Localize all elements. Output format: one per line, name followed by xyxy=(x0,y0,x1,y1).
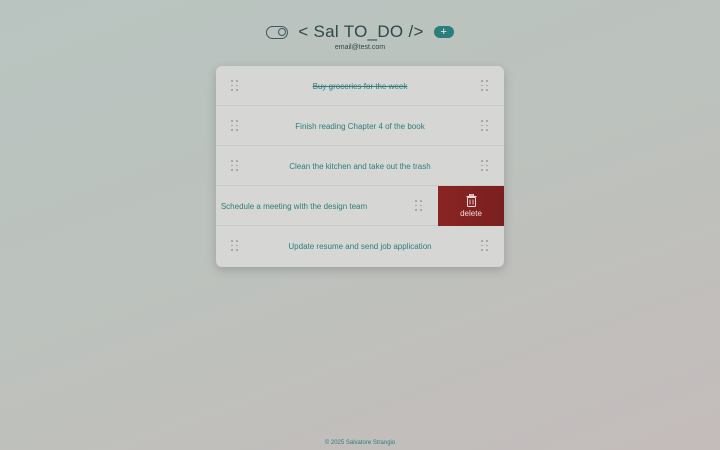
todo-item[interactable]: Update resume and send job application xyxy=(216,226,504,266)
user-email: email@test.com xyxy=(334,44,386,51)
drag-handle-icon[interactable] xyxy=(481,160,489,172)
todo-text: Update resume and send job application xyxy=(288,241,432,251)
header: < Sal TO_DO /> + xyxy=(0,22,720,42)
todo-text: Finish reading Chapter 4 of the book xyxy=(295,121,425,131)
todo-text: Schedule a meeting with the design team xyxy=(220,201,368,211)
todo-list: Buy groceries for the week Finish readin… xyxy=(216,66,504,267)
delete-label: delete xyxy=(460,209,482,218)
drag-handle-icon[interactable] xyxy=(231,120,239,132)
add-todo-button[interactable]: + xyxy=(433,26,454,38)
drag-handle-icon[interactable] xyxy=(481,80,489,92)
todo-item[interactable]: Finish reading Chapter 4 of the book xyxy=(216,106,504,146)
drag-handle-icon[interactable] xyxy=(415,200,423,212)
todo-item-swiped[interactable]: Schedule a meeting with the design team … xyxy=(216,186,504,226)
delete-button[interactable]: delete xyxy=(438,186,504,226)
todo-item[interactable]: Buy groceries for the week xyxy=(216,66,504,106)
todo-item[interactable]: Clean the kitchen and take out the trash xyxy=(216,146,504,186)
drag-handle-icon[interactable] xyxy=(231,80,239,92)
drag-handle-icon[interactable] xyxy=(231,160,239,172)
theme-toggle[interactable] xyxy=(266,25,289,39)
drag-handle-icon[interactable] xyxy=(481,240,489,252)
todo-text: Buy groceries for the week xyxy=(312,81,408,91)
todo-text: Clean the kitchen and take out the trash xyxy=(289,161,431,171)
drag-handle-icon[interactable] xyxy=(481,120,489,132)
page-title: < Sal TO_DO /> xyxy=(298,22,424,41)
trash-icon xyxy=(466,194,477,207)
footer-credit: © 2025 Salvatore Strangio xyxy=(324,440,396,446)
toggle-knob-icon xyxy=(278,27,287,36)
drag-handle-icon[interactable] xyxy=(231,240,239,252)
